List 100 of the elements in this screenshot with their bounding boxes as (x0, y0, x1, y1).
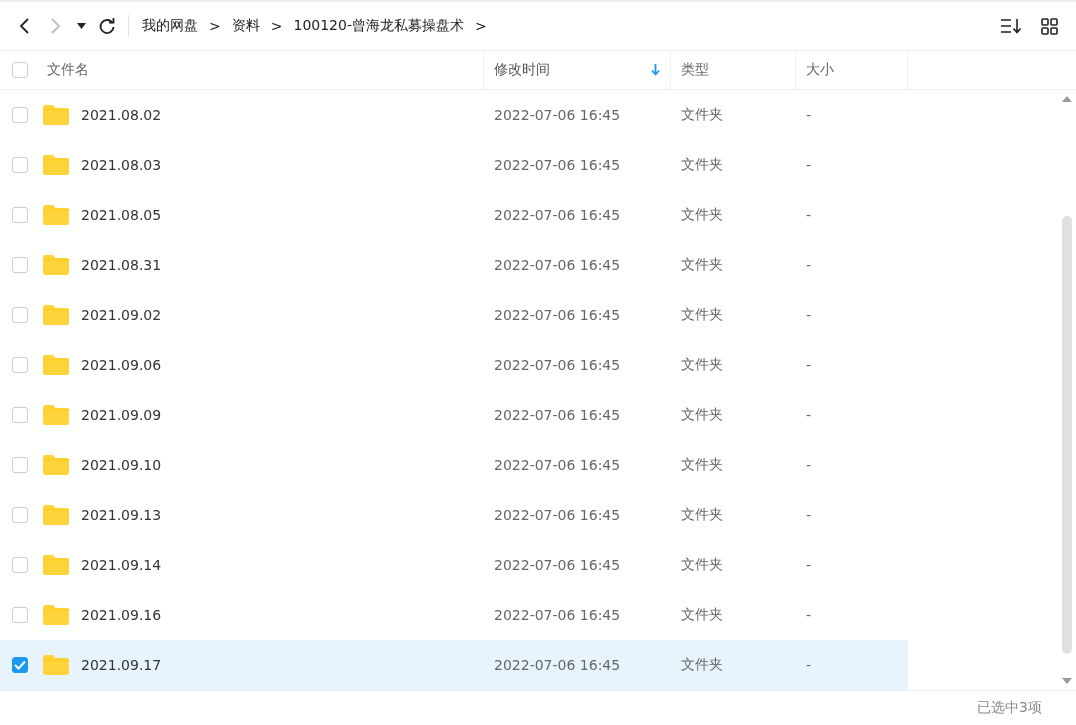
selection-count: 已选中3项 (977, 699, 1042, 717)
row-checkbox[interactable] (12, 307, 28, 323)
folder-icon (43, 305, 69, 325)
file-name: 2021.09.06 (81, 357, 162, 373)
folder-icon (43, 605, 69, 625)
file-name: 2021.09.13 (81, 507, 162, 523)
column-header[interactable]: 文件名 (47, 61, 89, 79)
folder-icon (43, 205, 69, 225)
modified-time: 2022-07-06 16:45 (494, 557, 621, 573)
row-checkbox[interactable] (12, 157, 28, 173)
file-type: 文件夹 (681, 506, 723, 524)
file-size: - (806, 107, 812, 123)
breadcrumb-separator: > (209, 18, 221, 34)
scroll-down-arrow-icon[interactable] (1062, 678, 1072, 684)
modified-time: 2022-07-06 16:45 (494, 607, 621, 623)
row-checkbox[interactable] (12, 107, 28, 123)
caret-icon (76, 23, 86, 29)
file-type: 文件夹 (681, 206, 723, 224)
file-row[interactable]: 2021.08.03 2022-07-06 16:45 文件夹 - (0, 140, 908, 190)
column-header[interactable]: 大小 (806, 61, 834, 79)
row-checkbox[interactable] (12, 557, 28, 573)
row-checkbox[interactable] (12, 357, 28, 373)
file-size: - (806, 657, 812, 673)
file-name: 2021.08.05 (81, 207, 162, 223)
file-size: - (806, 357, 812, 373)
file-name: 2021.09.02 (81, 307, 162, 323)
modified-time: 2022-07-06 16:45 (494, 207, 621, 223)
folder-icon (43, 555, 69, 575)
row-checkbox[interactable] (12, 207, 28, 223)
file-type: 文件夹 (681, 456, 723, 474)
modified-time: 2022-07-06 16:45 (494, 407, 621, 423)
file-size: - (806, 557, 812, 573)
row-checkbox[interactable] (12, 457, 28, 473)
select-all-checkbox[interactable] (12, 62, 28, 78)
file-size: - (806, 457, 812, 473)
right-chevron-icon (49, 17, 61, 35)
modified-time: 2022-07-06 16:45 (494, 457, 621, 473)
file-row[interactable]: 2021.09.17 2022-07-06 16:45 文件夹 - (0, 640, 908, 690)
file-type: 文件夹 (681, 656, 723, 674)
folder-icon (43, 505, 69, 525)
folder-icon (43, 255, 69, 275)
row-checkbox[interactable] (12, 257, 28, 273)
file-size: - (806, 607, 812, 623)
file-row[interactable]: 2021.09.16 2022-07-06 16:45 文件夹 - (0, 590, 908, 640)
modified-time: 2022-07-06 16:45 (494, 357, 621, 373)
file-row[interactable]: 2021.09.13 2022-07-06 16:45 文件夹 - (0, 490, 908, 540)
file-size: - (806, 407, 812, 423)
file-type: 文件夹 (681, 606, 723, 624)
file-row[interactable]: 2021.09.14 2022-07-06 16:45 文件夹 - (0, 540, 908, 590)
column-header[interactable]: 类型 (681, 61, 709, 79)
row-checkbox[interactable] (12, 607, 28, 623)
file-name: 2021.09.10 (81, 457, 162, 473)
file-type: 文件夹 (681, 306, 723, 324)
modified-time: 2022-07-06 16:45 (494, 157, 621, 173)
breadcrumb-separator: > (270, 18, 283, 34)
folder-icon (43, 405, 69, 425)
file-size: - (806, 207, 812, 223)
breadcrumb-separator: > (474, 18, 487, 34)
file-type: 文件夹 (681, 356, 723, 374)
modified-time: 2022-07-06 16:45 (494, 657, 621, 673)
left-chevron-icon (19, 17, 31, 35)
file-name: 2021.09.09 (81, 407, 162, 423)
grid-icon (1040, 17, 1058, 35)
file-size: - (806, 157, 812, 173)
file-type: 文件夹 (681, 256, 723, 274)
modified-time: 2022-07-06 16:45 (494, 257, 621, 273)
file-row[interactable]: 2021.09.09 2022-07-06 16:45 文件夹 - (0, 390, 908, 440)
file-name: 2021.09.14 (81, 557, 162, 573)
breadcrumb-item[interactable]: 100120-曾海龙私募操盘术 (290, 17, 467, 35)
breadcrumb-item[interactable]: 资料 (228, 17, 263, 35)
column-header[interactable]: 修改时间 (494, 61, 550, 79)
file-type: 文件夹 (681, 556, 723, 574)
file-name: 2021.08.03 (81, 157, 162, 173)
row-checkbox[interactable] (12, 657, 28, 673)
folder-icon (43, 155, 69, 175)
file-type: 文件夹 (681, 106, 723, 124)
sort-icon (1000, 18, 1022, 34)
file-row[interactable]: 2021.08.02 2022-07-06 16:45 文件夹 - (0, 90, 908, 140)
modified-time: 2022-07-06 16:45 (494, 107, 621, 123)
file-size: - (806, 307, 812, 323)
file-type: 文件夹 (681, 406, 723, 424)
breadcrumb-item[interactable]: 我的网盘 (139, 17, 201, 35)
file-size: - (806, 257, 812, 273)
row-checkbox[interactable] (12, 507, 28, 523)
file-name: 2021.09.16 (81, 607, 162, 623)
refresh-icon (98, 17, 116, 35)
modified-time: 2022-07-06 16:45 (494, 507, 621, 523)
folder-icon (43, 455, 69, 475)
scroll-up-arrow-icon[interactable] (1062, 96, 1072, 102)
file-name: 2021.08.02 (81, 107, 162, 123)
file-row[interactable]: 2021.08.31 2022-07-06 16:45 文件夹 - (0, 240, 908, 290)
file-name: 2021.09.17 (81, 657, 162, 673)
file-row[interactable]: 2021.09.10 2022-07-06 16:45 文件夹 - (0, 440, 908, 490)
folder-icon (43, 655, 69, 675)
file-row[interactable]: 2021.09.02 2022-07-06 16:45 文件夹 - (0, 290, 908, 340)
row-checkbox[interactable] (12, 407, 28, 423)
file-row[interactable]: 2021.08.05 2022-07-06 16:45 文件夹 - (0, 190, 908, 240)
file-name: 2021.08.31 (81, 257, 162, 273)
modified-time: 2022-07-06 16:45 (494, 307, 621, 323)
file-row[interactable]: 2021.09.06 2022-07-06 16:45 文件夹 - (0, 340, 908, 390)
